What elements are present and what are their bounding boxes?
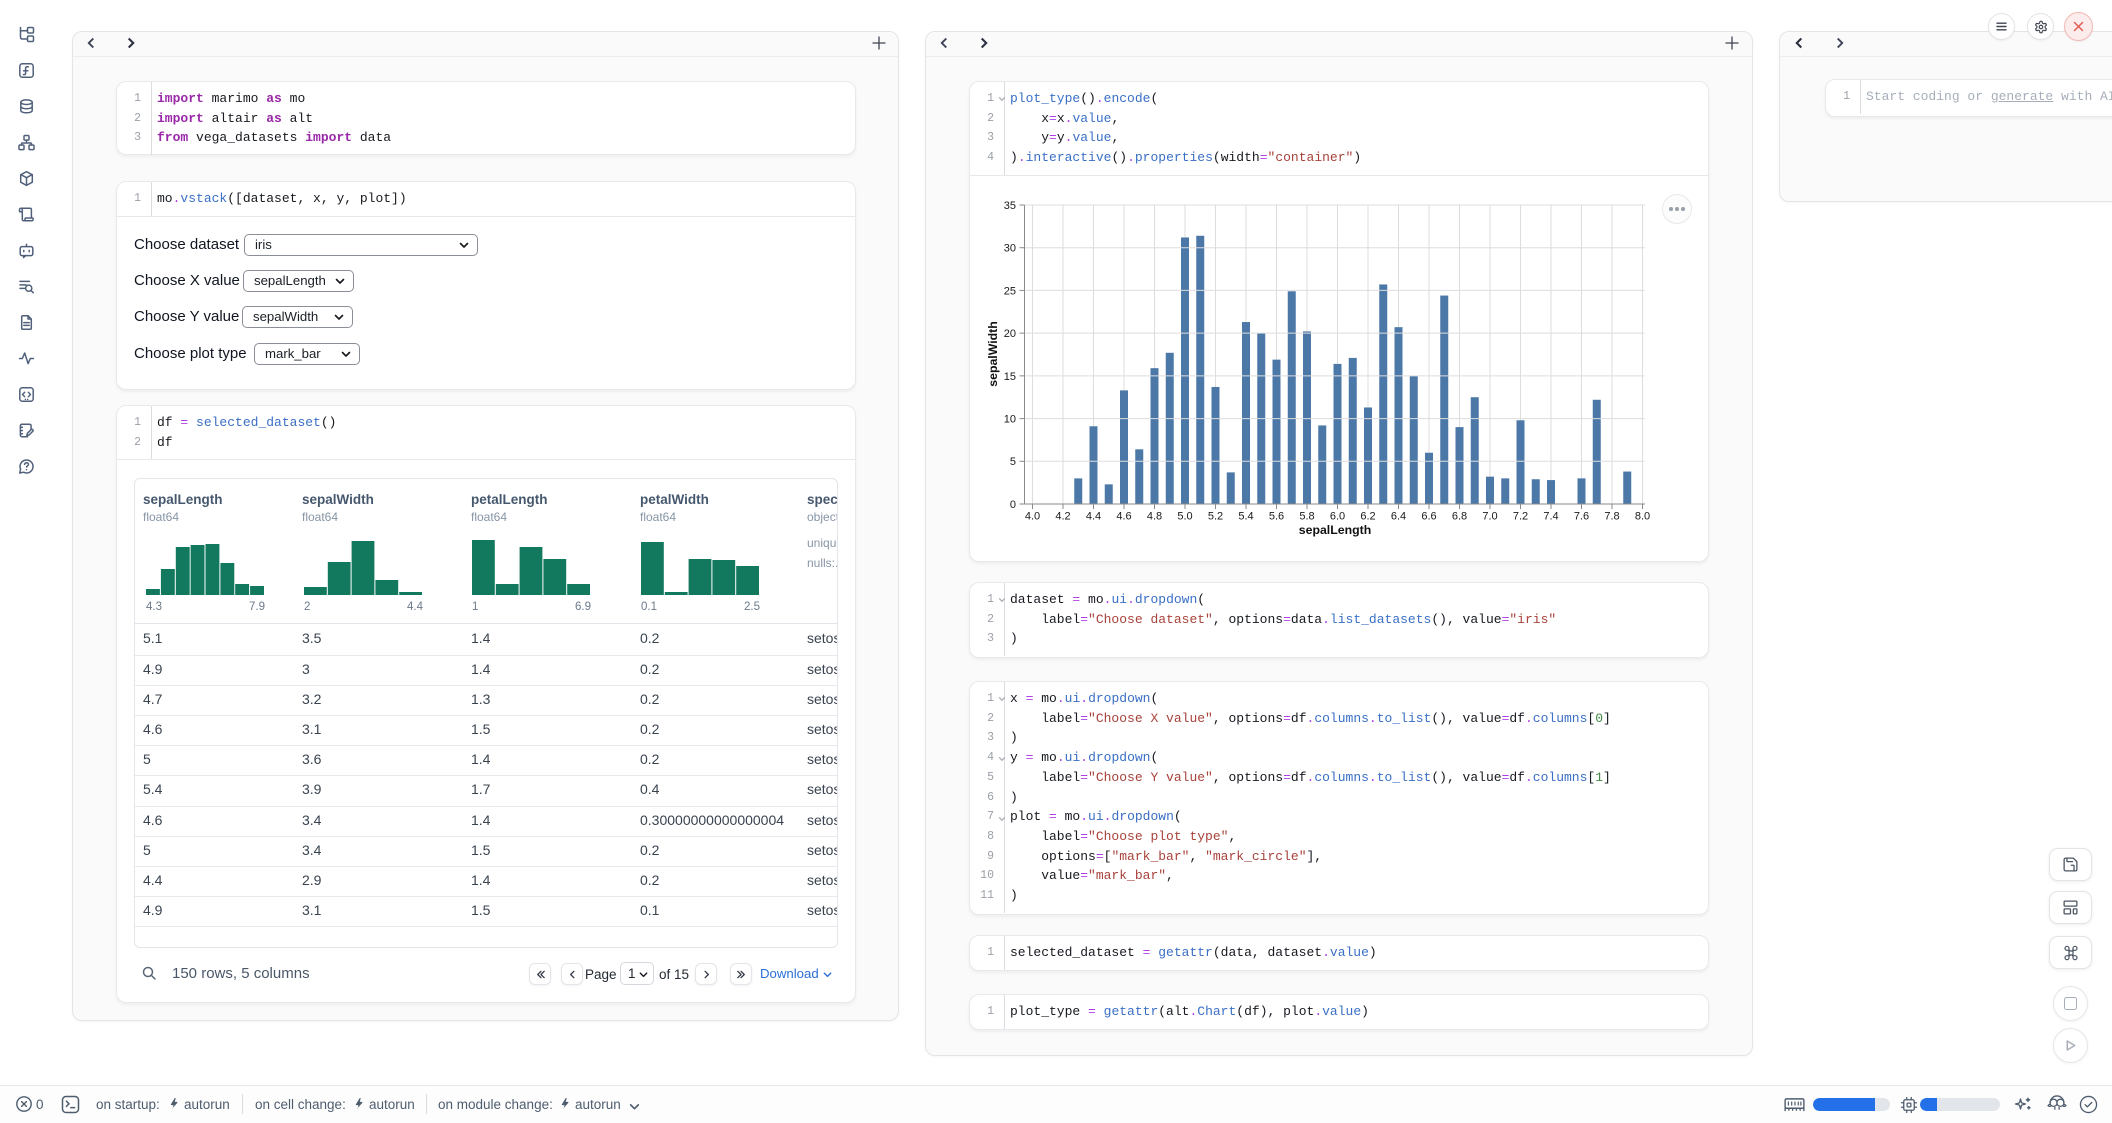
svg-text:5.0: 5.0 xyxy=(1177,510,1192,522)
svg-text:7.6: 7.6 xyxy=(1574,510,1589,522)
svg-text:4.8: 4.8 xyxy=(1147,510,1162,522)
svg-text:7.4: 7.4 xyxy=(1543,510,1558,522)
svg-text:10: 10 xyxy=(1004,413,1016,425)
svg-text:0: 0 xyxy=(1010,499,1016,511)
svg-text:25: 25 xyxy=(1004,285,1016,297)
svg-text:4.6: 4.6 xyxy=(1116,510,1131,522)
svg-text:sepalLength: sepalLength xyxy=(1299,523,1371,537)
svg-text:4.4: 4.4 xyxy=(1086,510,1101,522)
svg-text:15: 15 xyxy=(1004,371,1016,383)
svg-text:sepalWidth: sepalWidth xyxy=(986,321,1000,386)
svg-text:5.4: 5.4 xyxy=(1238,510,1253,522)
svg-text:7.2: 7.2 xyxy=(1513,510,1528,522)
svg-text:5.8: 5.8 xyxy=(1299,510,1314,522)
svg-text:5.6: 5.6 xyxy=(1269,510,1284,522)
svg-text:20: 20 xyxy=(1004,328,1016,340)
svg-text:8.0: 8.0 xyxy=(1635,510,1650,522)
svg-text:35: 35 xyxy=(1004,200,1016,212)
svg-text:4.0: 4.0 xyxy=(1025,510,1040,522)
svg-text:6.0: 6.0 xyxy=(1330,510,1345,522)
svg-text:6.2: 6.2 xyxy=(1360,510,1375,522)
svg-text:5.2: 5.2 xyxy=(1208,510,1223,522)
svg-text:30: 30 xyxy=(1004,242,1016,254)
svg-text:5: 5 xyxy=(1010,456,1016,468)
svg-text:6.8: 6.8 xyxy=(1452,510,1467,522)
svg-text:6.4: 6.4 xyxy=(1391,510,1406,522)
svg-text:4.2: 4.2 xyxy=(1055,510,1070,522)
svg-text:7.0: 7.0 xyxy=(1482,510,1497,522)
svg-text:6.6: 6.6 xyxy=(1421,510,1436,522)
svg-text:7.8: 7.8 xyxy=(1604,510,1619,522)
